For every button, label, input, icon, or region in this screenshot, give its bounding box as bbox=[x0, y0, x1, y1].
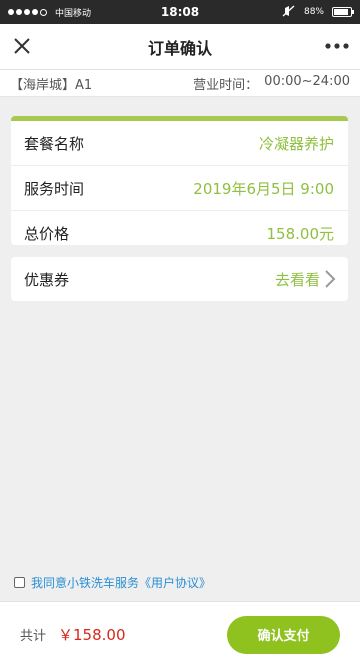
close-button[interactable] bbox=[6, 30, 38, 62]
agreement-checkbox[interactable] bbox=[14, 577, 25, 588]
mute-icon bbox=[282, 4, 296, 20]
more-dots-icon bbox=[325, 43, 349, 49]
checkout-footer: 共计 ￥158.00 确认支付 bbox=[0, 601, 360, 667]
battery-percent: 88% bbox=[303, 7, 324, 17]
coupon-row[interactable]: 优惠券 去看看 bbox=[11, 257, 348, 301]
store-info-bar: 【海岸城】A1 营业时间： 00:00~24:00 bbox=[0, 70, 360, 97]
total-price-row: 总价格 158.00元 bbox=[11, 211, 348, 245]
service-time-row: 服务时间 2019年6月5日 9:00 bbox=[11, 166, 348, 211]
service-time-value: 2019年6月5日 9:00 bbox=[193, 179, 334, 198]
business-hours-label: 营业时间： bbox=[193, 77, 259, 93]
close-icon bbox=[14, 38, 30, 54]
carrier-name: 中国移动 bbox=[55, 8, 92, 19]
total-price-label: 总价格 bbox=[24, 224, 70, 243]
coupon-action: 去看看 bbox=[274, 270, 320, 289]
total-price-value: 158.00元 bbox=[266, 224, 335, 243]
business-hours: 营业时间： 00:00~24:00 bbox=[193, 74, 350, 93]
confirm-pay-button[interactable]: 确认支付 bbox=[227, 615, 340, 654]
order-summary-card: 套餐名称 冷凝器养护 服务时间 2019年6月5日 9:00 总价格 158.0… bbox=[11, 116, 348, 245]
package-row: 套餐名称 冷凝器养护 bbox=[11, 121, 348, 166]
status-bar: 中国移动 18:08 88% bbox=[0, 0, 360, 24]
chevron-right-icon bbox=[325, 270, 336, 288]
business-hours-value: 00:00~24:00 bbox=[264, 73, 350, 89]
package-value: 冷凝器养护 bbox=[258, 134, 334, 153]
page-title: 订单确认 bbox=[147, 38, 212, 58]
package-label: 套餐名称 bbox=[24, 134, 85, 153]
total-label: 共计 bbox=[20, 629, 47, 644]
service-time-label: 服务时间 bbox=[24, 179, 85, 198]
nav-bar: 订单确认 bbox=[0, 24, 360, 70]
total-amount: ￥158.00 bbox=[58, 626, 126, 644]
battery-icon bbox=[332, 7, 354, 17]
agreement-link[interactable]: 我同意小铁洗车服务《用户协议》 bbox=[31, 574, 211, 591]
coupon-label: 优惠券 bbox=[24, 270, 70, 289]
agreement-row: 我同意小铁洗车服务《用户协议》 bbox=[14, 574, 211, 591]
store-name: 【海岸城】A1 bbox=[10, 77, 93, 93]
more-options-button[interactable] bbox=[320, 30, 354, 62]
signal-strength-icon bbox=[8, 8, 47, 16]
coupon-link[interactable]: 去看看 bbox=[275, 269, 336, 290]
